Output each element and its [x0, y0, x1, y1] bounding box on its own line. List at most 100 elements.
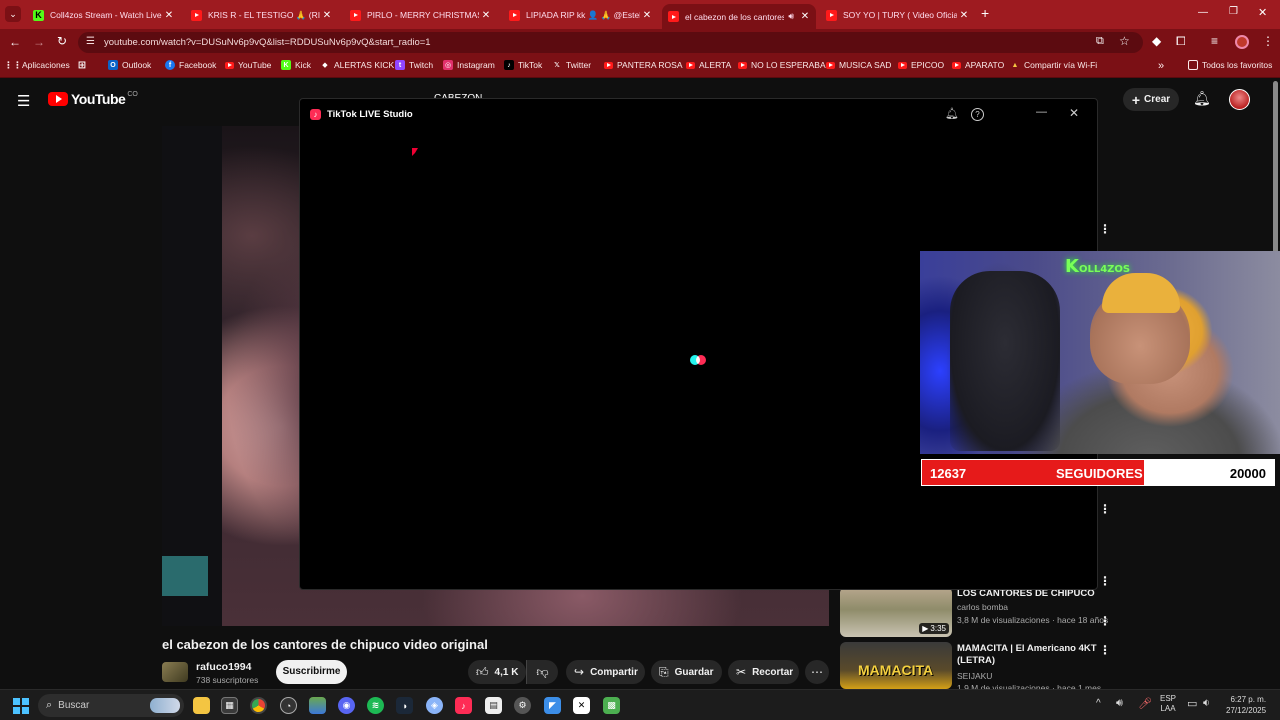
taskbar-search[interactable]: ⌕ Buscar [38, 694, 184, 717]
new-tab-button[interactable]: + [981, 5, 989, 21]
close-icon[interactable]: ✕ [1069, 106, 1079, 120]
minimize-icon[interactable]: — [1036, 106, 1047, 118]
extension-diamond-icon[interactable]: ◆ [1152, 34, 1161, 48]
profile-avatar[interactable] [1235, 35, 1249, 49]
language-indicator[interactable]: ESP LAA [1160, 694, 1176, 714]
notification-bell-icon[interactable]: 🔔︎ [945, 107, 959, 120]
minecraft-icon[interactable]: ▩ [603, 697, 620, 714]
suggestion-more-icon[interactable]: ⋮ [1099, 574, 1111, 588]
reload-icon[interactable]: ↻ [57, 34, 67, 48]
suggestion-thumbnail[interactable]: MAMACITA [840, 642, 952, 689]
bookmark-pantera-rosa[interactable]: PANTERA ROSA [604, 60, 683, 70]
close-icon[interactable]: ✕ [320, 10, 334, 21]
suggestion-more-icon[interactable]: ⋮ [1099, 222, 1111, 236]
speaker-tray-icon[interactable]: 🔊︎ [1116, 697, 1123, 710]
speaker-icon[interactable]: 🔊︎ [788, 11, 794, 22]
bookmark-alertas-kick[interactable]: ◆ ALERTAS KICK [320, 60, 394, 70]
create-button[interactable]: + Crear [1123, 88, 1179, 111]
vpn-icon[interactable]: ◈ [426, 697, 443, 714]
site-info-icon[interactable]: ☰ [86, 36, 95, 47]
app-pack-icon[interactable] [309, 697, 326, 714]
suggestion-channel[interactable]: SEIJAKU [957, 671, 992, 681]
bookmark-twitch[interactable]: t Twitch [395, 60, 433, 70]
network-tray-icon[interactable]: ▭ [1187, 697, 1197, 710]
restore-window-button[interactable]: ❐ [1229, 6, 1238, 17]
page-scrollbar[interactable] [1273, 81, 1278, 253]
tab-cabezon-active[interactable]: el cabezon de los cantores 🔊︎ ✕ [662, 4, 816, 29]
clip-button[interactable]: ✂ Recortar [728, 660, 799, 684]
bookmark-no-lo-esperaba[interactable]: NO LO ESPERABA [738, 60, 826, 70]
suggestion-more-icon[interactable]: ⋮ [1099, 502, 1111, 516]
hamburger-menu-icon[interactable]: ☰ [17, 92, 30, 110]
discord-icon[interactable]: ◉ [338, 697, 355, 714]
close-window-button[interactable]: ✕ [1258, 6, 1267, 19]
like-button[interactable]: 👍︎ 4,1 K [468, 660, 526, 684]
bookmark-epicoo[interactable]: EPICOO [898, 60, 944, 70]
bookmark-kick[interactable]: K Kick [281, 60, 311, 70]
show-hidden-icons-chevron[interactable]: ^ [1096, 698, 1101, 709]
media-control-icon[interactable]: ≡ [1211, 34, 1218, 48]
help-icon[interactable]: ? [971, 108, 984, 121]
bookmark-twitter[interactable]: 𝕏 Twitter [552, 60, 591, 70]
bookmark-aparato[interactable]: APARATO [952, 60, 1004, 70]
bookmarks-overflow-button[interactable]: » [1158, 60, 1164, 72]
close-icon[interactable]: ✕ [640, 10, 654, 21]
bookmark-compartir-wifi[interactable]: ▲ Compartir vía Wi-Fi [1010, 60, 1098, 70]
bookmark-tiktok[interactable]: ♪ TikTok [504, 60, 542, 70]
tab-kick-stream[interactable]: K Coll4zos Stream - Watch Live o ✕ [27, 4, 180, 26]
tab-lipiada[interactable]: LIPIADA RIP kk 👤 🙏 @Esteba ✕ [503, 4, 658, 26]
chrome-icon[interactable] [250, 697, 267, 714]
bookmark-outlook[interactable]: O Outlook [108, 60, 151, 70]
account-avatar[interactable] [1229, 89, 1250, 110]
url-text[interactable]: youtube.com/watch?v=DUSuNv6p9vQ&list=RDD… [104, 37, 431, 48]
bookmark-alerta[interactable]: ALERTA [686, 60, 731, 70]
extensions-icon[interactable]: ⧠ [1176, 34, 1186, 49]
notifications-bell-icon[interactable]: 🔔︎ [1193, 90, 1211, 107]
windows-start-icon[interactable] [13, 698, 29, 714]
tiktok-live-studio-icon[interactable]: ♪ [455, 697, 472, 714]
subscribe-button[interactable]: Suscribirme [276, 660, 347, 684]
bookmark-apps[interactable]: ⋮⋮ Aplicaciones [4, 60, 70, 71]
suggestion-more-icon[interactable]: ⋮ [1099, 614, 1111, 628]
minimize-window-button[interactable]: — [1198, 7, 1208, 18]
browser-menu-icon[interactable]: ⋮ [1262, 34, 1274, 48]
suggestion-channel[interactable]: carlos bomba [957, 602, 1008, 612]
bookmark-youtube[interactable]: YouTube [225, 60, 271, 70]
vscode-icon[interactable]: ◤ [544, 697, 561, 714]
save-button[interactable]: ⎘ Guardar [651, 660, 722, 684]
bookmark-instagram[interactable]: ◎ Instagram [443, 60, 495, 70]
suggestion-title[interactable]: MAMACITA | El Americano 4KT (LETRA) [957, 643, 1097, 667]
obs-icon[interactable]: ◔ [280, 697, 297, 714]
microphone-tray-icon[interactable]: 🎤︎ [1138, 697, 1152, 710]
bookmark-musica-sad[interactable]: MUSICA SAD [826, 60, 891, 70]
suggestion-more-icon[interactable]: ⋮ [1099, 643, 1111, 657]
spotify-icon[interactable]: ≋ [367, 697, 384, 714]
bookmark-facebook[interactable]: f Facebook [165, 60, 216, 70]
tab-soy-yo[interactable]: SOY YO | TURY ( Video Oficial ) ✕ [820, 4, 975, 26]
dislike-button[interactable]: 👎︎ [526, 660, 558, 684]
forward-arrow-icon[interactable]: → [33, 35, 45, 49]
microsoft-store-icon[interactable]: ▦ [221, 697, 238, 714]
suggestion-thumbnail[interactable]: ▶ 3:35 [840, 587, 952, 637]
close-icon[interactable]: ✕ [957, 10, 971, 21]
volume-tray-icon[interactable]: 🔉︎ [1203, 697, 1210, 710]
more-actions-button[interactable]: ⋯ [805, 660, 829, 684]
all-bookmarks-folder[interactable]: Todos los favoritos [1188, 60, 1272, 70]
channel-name[interactable]: rafuco1994 [196, 661, 251, 673]
notepad-icon[interactable]: ▤ [485, 697, 502, 714]
close-icon[interactable]: ✕ [162, 10, 176, 21]
settings-gear-icon[interactable]: ⚙ [514, 697, 531, 714]
bookmark-grid[interactable]: ⊞ [77, 60, 91, 71]
steam-icon[interactable]: ◑ [396, 697, 413, 714]
close-icon[interactable]: ✕ [479, 10, 493, 21]
youtube-logo[interactable]: YouTube CO [48, 91, 138, 107]
channel-avatar[interactable] [162, 662, 188, 682]
bookmark-star-icon[interactable]: ☆ [1119, 34, 1130, 48]
install-app-icon[interactable]: ⧉ [1096, 35, 1104, 48]
tab-search-button[interactable]: ⌄ [5, 6, 21, 22]
back-arrow-icon[interactable]: ← [9, 35, 21, 49]
file-explorer-icon[interactable] [193, 697, 210, 714]
capcut-icon[interactable]: ✕ [573, 697, 590, 714]
clock[interactable]: 6:27 p. m. 27/12/2025 [1226, 694, 1266, 716]
tab-pirlo[interactable]: PIRLO - MERRY CHRISTMAS 1 | ✕ [344, 4, 497, 26]
